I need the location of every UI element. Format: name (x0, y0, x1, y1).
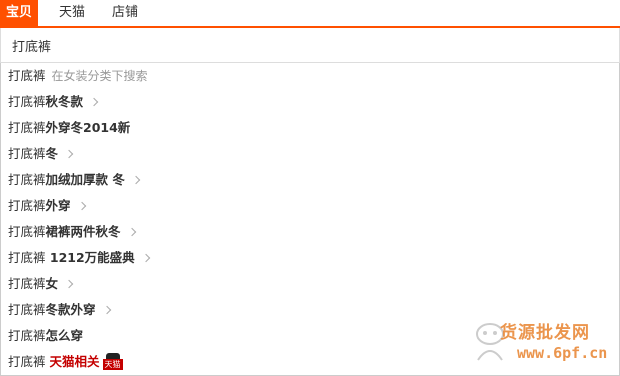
watermark-url: www.6pf.cn (517, 344, 608, 362)
suggestion-completion: 外穿冬2014新 (45, 120, 131, 135)
suggestion-completion: 裙裤两件秋冬 (45, 224, 121, 239)
suggestion-item[interactable]: 打底裤裙裤两件秋冬 (1, 219, 619, 245)
suggestion-item[interactable]: 打底裤外穿冬2014新 (1, 115, 619, 141)
suggestion-item[interactable]: 打底裤秋冬款 (1, 89, 619, 115)
suggestion-prefix: 打底裤 (8, 172, 46, 187)
tmall-cat-icon: 天猫 (102, 353, 123, 370)
suggestion-prefix: 打底裤 (8, 224, 46, 239)
tab-items[interactable]: 宝贝 (0, 0, 38, 26)
chevron-right-icon[interactable] (77, 201, 86, 211)
suggestion-item[interactable]: 打底裤 1212万能盛典 (1, 245, 619, 271)
suggestion-prefix: 打底裤 (8, 354, 46, 369)
suggestion-prefix: 打底裤 (8, 302, 46, 317)
suggestion-item[interactable]: 打底裤女 (1, 271, 619, 297)
tmall-related-label: 天猫相关 (49, 354, 100, 369)
tab-shops[interactable]: 店铺 (100, 0, 150, 26)
search-input[interactable] (12, 35, 572, 55)
suggestion-prefix: 打底裤 (8, 276, 46, 291)
suggestion-query: 打底裤 (8, 68, 46, 83)
tab-tmall[interactable]: 天猫 (50, 0, 94, 26)
chevron-right-icon[interactable] (102, 305, 111, 315)
suggestion-prefix: 打底裤 (8, 146, 46, 161)
tmall-badge: 天猫 (102, 359, 123, 370)
suggestion-completion: 1212万能盛典 (45, 250, 135, 265)
suggestion-prefix: 打底裤 (8, 94, 46, 109)
suggestion-completion: 秋冬款 (45, 94, 84, 109)
search-scope-tabs: 宝贝 天猫 店铺 (0, 0, 620, 27)
suggestion-item[interactable]: 打底裤加绒加厚款 冬 (1, 167, 619, 193)
site-watermark: 货源批发网 www.6pf.cn (470, 312, 620, 375)
category-hint: 在女装分类下搜索 (51, 69, 148, 83)
chevron-right-icon[interactable] (127, 227, 136, 237)
watermark-text: 货源批发网 (500, 323, 590, 343)
suggestion-prefix: 打底裤 (8, 250, 46, 265)
chevron-right-icon[interactable] (89, 97, 99, 107)
suggestion-completion: 加绒加厚款 冬 (45, 172, 125, 187)
suggestion-prefix: 打底裤 (8, 120, 46, 135)
suggestion-completion: 女 (45, 276, 59, 291)
suggestion-prefix: 打底裤 (8, 198, 46, 213)
suggestion-completion: 冬款外穿 (45, 302, 96, 317)
suggestion-item[interactable]: 打底裤冬 (1, 141, 619, 167)
suggestion-completion: 冬 (45, 146, 59, 161)
chevron-right-icon[interactable] (64, 279, 74, 289)
chevron-right-icon[interactable] (141, 253, 150, 263)
chevron-right-icon[interactable] (131, 175, 141, 185)
suggestion-prefix: 打底裤 (8, 328, 46, 343)
suggestion-completion: 外穿 (45, 198, 71, 213)
suggestion-category-item[interactable]: 打底裤 在女装分类下搜索 (1, 63, 619, 89)
chevron-right-icon[interactable] (64, 149, 74, 159)
suggestion-completion: 怎么穿 (45, 328, 84, 343)
search-box (0, 28, 620, 63)
suggestion-item[interactable]: 打底裤外穿 (1, 193, 619, 219)
